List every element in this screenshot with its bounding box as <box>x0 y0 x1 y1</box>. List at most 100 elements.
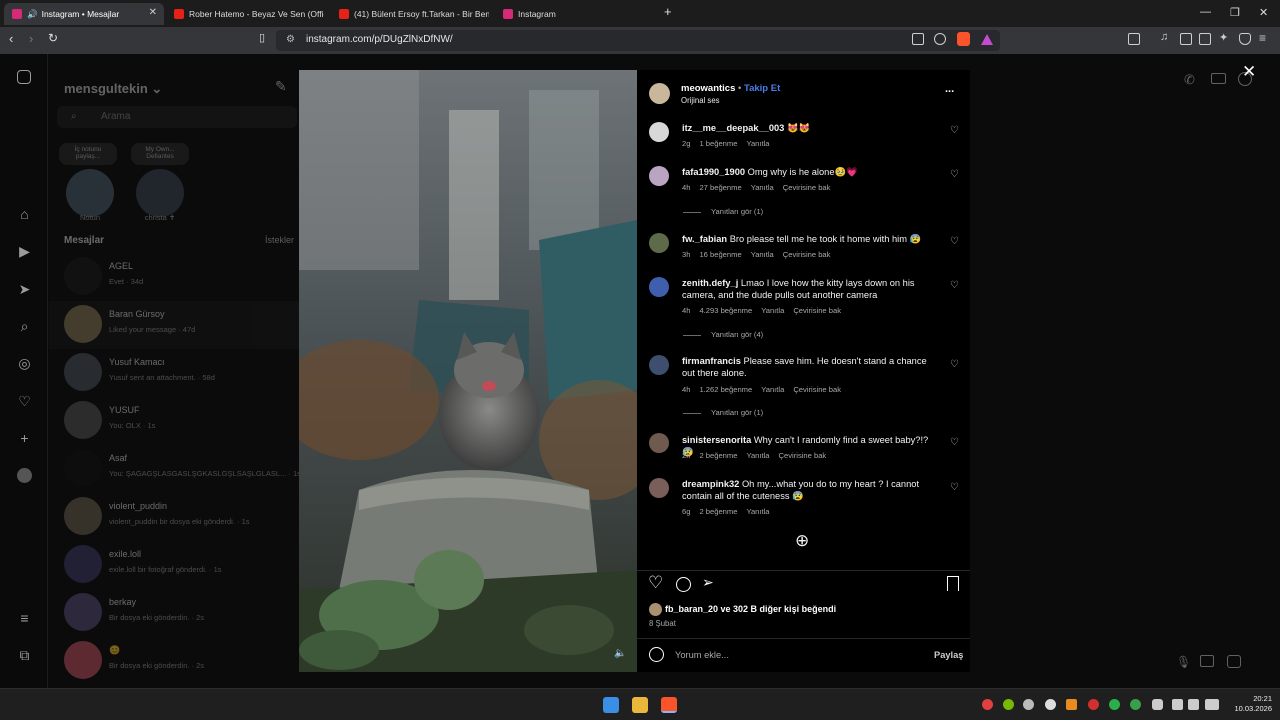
save-post-icon[interactable] <box>947 576 959 591</box>
microphone-icon[interactable]: 🎙 <box>1176 655 1191 669</box>
requests-link[interactable]: İstekler <box>265 235 294 245</box>
see-translation-button[interactable]: Çevirisine bak <box>783 250 831 259</box>
conversation-item[interactable]: exile.loll exile.loll bir fotoğraf gönder… <box>49 541 299 589</box>
commenter-avatar[interactable] <box>649 277 669 297</box>
like-comment-icon[interactable]: ♡ <box>950 169 959 180</box>
reload-icon[interactable]: ↻ <box>48 31 58 45</box>
instagram-logo-icon[interactable] <box>17 70 31 84</box>
reply-button[interactable]: Yanıtla <box>746 139 769 148</box>
like-post-icon[interactable]: ♡ <box>648 573 663 593</box>
leo-ai-icon[interactable]: ✦ <box>1219 31 1231 44</box>
sticker-icon[interactable] <box>1227 655 1241 668</box>
brave-rewards-icon[interactable] <box>981 34 993 45</box>
like-comment-icon[interactable]: ♡ <box>950 280 959 291</box>
reply-button[interactable]: Yanıtla <box>761 385 784 394</box>
comment-input[interactable]: Yorum ekle... <box>675 650 729 660</box>
view-replies-button[interactable]: Yanıtları gör (1) <box>683 408 763 417</box>
menu-icon[interactable]: ≡ <box>1259 31 1271 45</box>
image-icon[interactable] <box>1200 655 1214 667</box>
wallet-icon[interactable] <box>1199 33 1211 45</box>
close-window-icon[interactable]: ✕ <box>1259 6 1268 19</box>
comment-username[interactable]: fafa1990_1900 <box>682 167 745 177</box>
like-comment-icon[interactable]: ♡ <box>950 125 959 136</box>
tray-app-icon[interactable] <box>1130 699 1141 710</box>
profile-avatar[interactable] <box>17 468 32 483</box>
apps-icon[interactable]: ⧉ <box>17 648 32 663</box>
tray-app-icon[interactable] <box>1066 699 1077 710</box>
see-translation-button[interactable]: Çevirisine bak <box>793 306 841 315</box>
commenter-avatar[interactable] <box>649 355 669 375</box>
url-field[interactable]: ⚙ instagram.com/p/DUgZlNxDfNW/ <box>276 30 1000 51</box>
sidebar-toggle-icon[interactable] <box>1128 33 1140 45</box>
start-icon[interactable] <box>603 697 619 713</box>
tab-instagram-messages[interactable]: 🔊 Instagram • Mesajlar ✕ <box>4 3 164 25</box>
liked-by-text[interactable]: fb_baran_20 ve 302 B diğer kişi beğendi <box>665 604 836 614</box>
close-tab-icon[interactable]: ✕ <box>149 7 157 18</box>
conversation-item[interactable]: Asaf You: ŞAGAGŞLASGASLŞGKASLGŞLSAŞLGLASL… <box>49 445 301 493</box>
more-menu-icon[interactable]: ≡ <box>17 611 32 626</box>
account-switcher[interactable]: mensgultekin ⌄ <box>64 81 162 97</box>
comment-username[interactable]: firmanfrancis <box>682 356 741 366</box>
comment-username[interactable]: sinistersenorita <box>682 435 751 445</box>
comment-likes[interactable]: 2 beğenme <box>699 451 737 460</box>
note-avatar[interactable] <box>66 169 114 217</box>
conversation-item[interactable]: Yusuf Kamacı Yusuf sent an attachment. · … <box>49 349 299 397</box>
conversation-item[interactable]: berkay Bir dosya eki gönderdin. · 2s <box>49 589 299 637</box>
follow-button[interactable]: Takip Et <box>744 83 780 94</box>
tray-app-icon[interactable] <box>1023 699 1034 710</box>
mute-audio-icon[interactable]: 🔈 <box>614 648 626 659</box>
search-input[interactable]: ⌕ Arama <box>57 106 297 128</box>
post-comment-button[interactable]: Paylaş <box>934 650 963 660</box>
post-image[interactable]: 🔈 <box>299 70 637 672</box>
reels-icon[interactable]: ▶ <box>17 244 32 259</box>
tray-app-icon[interactable] <box>982 699 993 710</box>
comment-likes[interactable]: 1.262 beğenme <box>699 385 752 394</box>
reply-button[interactable]: Yanıtla <box>751 183 774 192</box>
commenter-avatar[interactable] <box>649 478 669 498</box>
forward-icon[interactable]: › <box>29 31 33 46</box>
minimize-icon[interactable]: — <box>1200 6 1211 18</box>
tab-rober-hatemo[interactable]: Rober Hatemo - Beyaz Ve Sen (Offici <box>174 3 324 25</box>
comment-username[interactable]: fw._fabian <box>682 234 727 244</box>
bookmark-icon[interactable]: ▯ <box>259 31 265 44</box>
file-explorer-icon[interactable] <box>632 697 648 713</box>
tab-instagram[interactable]: Instagram <box>503 3 653 25</box>
tray-app-icon[interactable] <box>1045 699 1056 710</box>
tray-app-icon[interactable] <box>1109 699 1120 710</box>
close-modal-icon[interactable]: ✕ <box>1242 62 1256 82</box>
phone-icon[interactable]: ✆ <box>1184 72 1195 88</box>
comment-likes[interactable]: 27 beğenme <box>699 183 741 192</box>
microphone-tray-icon[interactable] <box>1152 699 1163 710</box>
like-comment-icon[interactable]: ♡ <box>950 437 959 448</box>
commenter-avatar[interactable] <box>649 433 669 453</box>
share-post-icon[interactable]: ➢ <box>702 574 714 591</box>
emoji-icon[interactable] <box>649 647 664 662</box>
search-icon[interactable]: ⌕ <box>17 319 32 334</box>
site-info-icon[interactable]: ⚙ <box>286 34 295 45</box>
system-clock[interactable]: 20:21 10.03.2026 <box>1228 694 1272 714</box>
new-tab-button[interactable]: + <box>664 4 672 19</box>
comment-likes[interactable]: 16 beğenme <box>699 250 741 259</box>
reply-button[interactable]: Yanıtla <box>761 306 784 315</box>
cast-icon[interactable] <box>912 33 924 45</box>
brave-shields-icon[interactable] <box>957 32 970 46</box>
like-comment-icon[interactable]: ♡ <box>950 236 959 247</box>
commenter-avatar[interactable] <box>649 233 669 253</box>
comment-username[interactable]: zenith.defy_j <box>682 278 738 288</box>
view-replies-button[interactable]: Yanıtları gör (1) <box>683 207 763 216</box>
notifications-icon[interactable]: ♡ <box>17 394 32 409</box>
conversation-item[interactable]: violent_puddin violent_puddin bir dosya e… <box>49 493 299 541</box>
reply-button[interactable]: Yanıtla <box>751 250 774 259</box>
conversation-item[interactable]: AGEL Evet · 34d <box>49 253 299 301</box>
vpn-shield-icon[interactable] <box>1239 33 1251 45</box>
comment-username[interactable]: dreampink32 <box>682 479 739 489</box>
restore-icon[interactable]: ❐ <box>1230 6 1240 19</box>
home-icon[interactable]: ⌂ <box>17 207 32 222</box>
volume-icon[interactable] <box>1188 699 1199 710</box>
see-translation-button[interactable]: Çevirisine bak <box>793 385 841 394</box>
author-avatar[interactable] <box>649 83 670 104</box>
battery-icon[interactable] <box>1205 699 1219 710</box>
explore-icon[interactable]: ◎ <box>17 356 32 371</box>
conversation-item[interactable]: 😊 Bir dosya eki gönderdin. · 2s <box>49 637 299 685</box>
conversation-item[interactable]: YUSUF You: OLX · 1s <box>49 397 299 445</box>
